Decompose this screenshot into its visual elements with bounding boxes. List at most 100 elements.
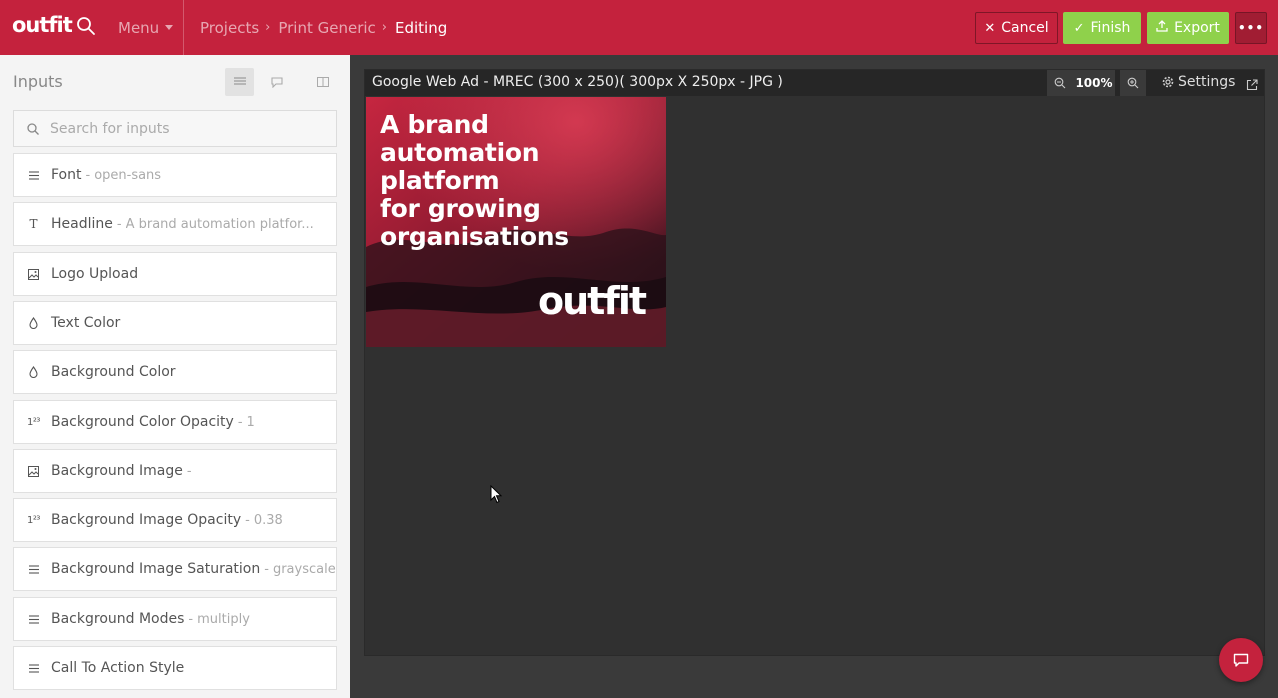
list-view-toggle[interactable] [225, 68, 254, 96]
search-icon [27, 122, 39, 135]
input-item-label: Call To Action Style [51, 660, 185, 676]
input-item[interactable]: Text Color [13, 301, 337, 345]
input-item[interactable]: Background Color [13, 350, 337, 394]
settings-label: Settings [1178, 74, 1236, 90]
breadcrumb-print-generic[interactable]: Print Generic [278, 19, 375, 37]
input-item-separator: - [237, 414, 243, 430]
canvas-title: Google Web Ad - MREC (300 x 250)( 300px … [372, 74, 783, 90]
zoom-in-button[interactable] [1120, 70, 1146, 96]
number-icon: 1²³ [27, 514, 40, 526]
upload-icon [1156, 20, 1168, 36]
ad-headline-line: automation [380, 138, 540, 167]
menu-label: Menu [118, 18, 160, 37]
zoom-out-icon [1054, 77, 1066, 89]
inputs-panel: Inputs Font-open-sansTHeadline-A brand a… [0, 55, 350, 698]
input-item[interactable]: Call To Action Style [13, 646, 337, 690]
ad-logo: outfit [538, 279, 647, 323]
ad-headline-line: platform [380, 166, 500, 195]
close-icon: ✕ [984, 20, 996, 36]
input-item-value: grayscale [272, 561, 336, 577]
canvas-area: Google Web Ad - MREC (300 x 250)( 300px … [364, 69, 1265, 656]
input-item-label: Background Image [51, 463, 183, 479]
panel-title: Inputs [13, 72, 63, 91]
ad-headline-line: A brand [380, 110, 489, 139]
image-icon [27, 268, 40, 280]
gear-icon [1162, 76, 1174, 88]
input-item-separator: - [264, 561, 269, 577]
mouse-cursor-icon [490, 485, 503, 504]
zoom-in-icon [1127, 77, 1139, 89]
chat-button[interactable] [1219, 638, 1263, 682]
finish-label: Finish [1090, 20, 1131, 36]
chat-icon [1233, 653, 1249, 667]
input-item-label: Text Color [51, 315, 121, 331]
comments-view-toggle[interactable] [262, 68, 291, 96]
search-icon[interactable] [76, 16, 98, 38]
external-link-icon [1246, 79, 1258, 91]
export-button[interactable]: Export [1147, 12, 1229, 44]
breadcrumb: Projects › Print Generic › Editing [200, 0, 447, 55]
ad-preview[interactable]: A brand automation platform for growing … [366, 97, 666, 347]
ad-headline-line: for growing [380, 194, 541, 223]
popout-button[interactable] [1246, 76, 1258, 95]
cancel-label: Cancel [1001, 20, 1049, 36]
droplet-icon [27, 366, 40, 378]
brand-logo[interactable]: outfit [12, 13, 73, 37]
columns-icon [316, 77, 329, 87]
top-bar: outfit Menu Projects › Print Generic › E… [0, 0, 1278, 55]
list-icon [27, 564, 40, 574]
cancel-button[interactable]: ✕ Cancel [975, 12, 1058, 44]
comment-icon [270, 76, 283, 88]
export-label: Export [1174, 20, 1220, 36]
chevron-right-icon: › [265, 20, 271, 35]
input-item-value: A brand automation platfor... [125, 216, 314, 232]
columns-view-toggle[interactable] [308, 68, 337, 96]
droplet-icon [27, 317, 40, 329]
breadcrumb-projects[interactable]: Projects [200, 19, 259, 37]
finish-button[interactable]: ✓ Finish [1063, 12, 1141, 44]
input-item-value: open-sans [94, 167, 162, 183]
input-item[interactable]: Font - open-sans [13, 153, 337, 197]
search-input[interactable] [50, 120, 320, 137]
list-icon [27, 170, 40, 180]
ellipsis-icon: ••• [1237, 21, 1264, 35]
input-item-label: Logo Upload [51, 266, 139, 282]
input-item[interactable]: 1²³ Background Color Opacity -1 [13, 400, 337, 444]
zoom-level: 100% [1073, 70, 1115, 96]
number-icon: 1²³ [27, 416, 40, 428]
input-item[interactable]: Background Modes - multiply [13, 597, 337, 641]
list-icon [27, 663, 40, 673]
image-icon [27, 465, 40, 477]
menu-button[interactable]: Menu [108, 0, 185, 55]
input-item[interactable]: Background Image Saturation - grayscale [13, 547, 337, 591]
input-item[interactable]: 1²³ Background Image Opacity -0.38 [13, 498, 337, 542]
input-item-label: Font [51, 167, 82, 183]
more-options-button[interactable]: ••• [1235, 12, 1267, 44]
settings-button[interactable]: Settings [1162, 74, 1235, 90]
input-item-separator: - [245, 512, 250, 528]
input-item-value: multiply [197, 611, 250, 627]
input-item-label: Background Color Opacity [51, 414, 234, 430]
search-inputs-field[interactable] [13, 110, 337, 147]
input-item-label: Background Modes [51, 611, 185, 627]
input-item[interactable]: Background Image - [13, 449, 337, 493]
input-item-label: Background Image Saturation [51, 561, 261, 577]
breadcrumb-current: Editing [395, 18, 448, 37]
canvas-header: Google Web Ad - MREC (300 x 250)( 300px … [365, 70, 1264, 96]
input-item-separator: - [188, 611, 194, 627]
input-item-separator: - [116, 216, 122, 232]
input-item-label: Background Color [51, 364, 176, 380]
input-item[interactable]: Logo Upload [13, 252, 337, 296]
input-item-separator: - [85, 167, 91, 183]
input-item-label: Headline [51, 216, 113, 232]
chevron-right-icon: › [381, 20, 387, 35]
check-icon: ✓ [1073, 20, 1085, 36]
list-icon [27, 614, 40, 624]
input-item-value: 1 [246, 414, 255, 430]
input-item-separator: - [186, 463, 192, 479]
input-item[interactable]: T Headline - A brand automation platfor... [13, 202, 337, 246]
text-icon: T [29, 217, 38, 231]
caret-down-icon [165, 25, 174, 30]
zoom-out-button[interactable] [1047, 70, 1073, 96]
input-item-label: Background Image Opacity [51, 512, 242, 528]
